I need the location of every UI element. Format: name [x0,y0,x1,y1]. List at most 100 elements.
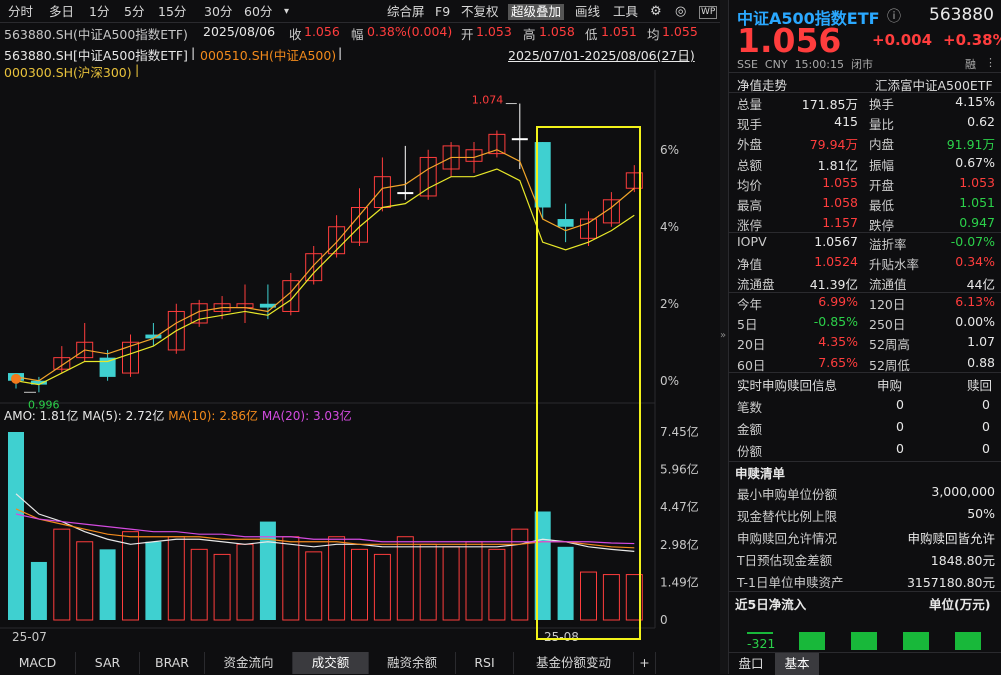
stat-label: 均价 [737,175,762,194]
list-title: 申赎清单 [735,463,785,482]
sub-row: 笔数00 [729,395,1001,415]
volume-tick-label: 4.47亿 [660,499,699,514]
volume-tick-label: 0 [660,613,668,627]
stat-value: 1.053 [959,175,995,190]
stat-label: 净值 [737,254,762,273]
stat-value: 4.35% [818,334,858,349]
stat-label: 5日 [737,314,757,333]
list-row: 申购赎回允许情况 申购赎回皆允许 [729,526,1001,546]
candle-body [397,192,413,194]
stat-value: 0.34% [955,254,995,269]
sub-row-sell: 0 [982,441,990,456]
date-tick-label: 25-08 [544,630,579,644]
volume-tick-label: 2.98亿 [660,537,699,552]
divider [729,591,1001,592]
indicator-tab-5[interactable]: 融资余额 [369,652,456,674]
divider [729,461,1001,462]
stat-row: 外盘79.94万内盘91.91万 [729,132,1001,152]
start-marker-icon [11,374,21,384]
volume-tick-label: 7.45亿 [660,424,699,439]
volume-bar [145,542,161,620]
price-tick-label: 4% [660,220,679,234]
stat-label: 今年 [737,294,762,313]
stat-value: 1.81亿 [818,155,858,174]
stat-value: 171.85万 [802,94,858,113]
volume-bar [374,554,390,620]
high-annotation: 1.074 [472,94,504,107]
tab-orderbook[interactable]: 盘口 [729,653,773,675]
indicator-tab-4[interactable]: 成交额 [293,652,369,674]
menu-icon[interactable]: ⋮ [985,56,996,69]
sub-title: 实时申购赎回信息 [737,375,837,394]
sub-header: 实时申购赎回信息 申购 赎回 [729,373,1001,393]
indicator-tab-0[interactable]: MACD [0,652,76,674]
sub-col-buy: 申购 [877,375,902,394]
list-value: 申购赎回皆允许 [907,528,995,547]
stat-label: 250日 [869,314,905,333]
candle-body [100,358,116,377]
list-row: T日预估现金差额1848.80元 [729,548,1001,568]
trade-status: 闭市 [851,58,873,71]
collapse-icon[interactable]: » [720,330,726,341]
market-status: SSE CNY 15:00:15 闭市 [737,56,873,72]
volume-bar [603,575,619,620]
stat-row: 流通盘41.39亿流通值44亿 [729,272,1001,292]
margin-icon[interactable]: 融 [965,56,976,72]
list-value: 50% [967,506,995,521]
price-change-pct: +0.38% [943,31,1001,49]
indicator-tab-1[interactable]: SAR [76,652,140,674]
price-tick-label: 6% [660,143,679,157]
list-label: 现金替代比例上限 [737,506,837,525]
indicator-tab-7[interactable]: 基金份额变动 [514,652,634,674]
amo-label: AMO: [4,409,36,423]
list-row: T-1日单位申赎资产3157180.80元 [729,570,1001,590]
ma20-label: MA(20): [262,409,309,423]
stat-row: 今年6.99%120日6.13% [729,292,1001,312]
sub-row: 金额00 [729,417,1001,437]
ma5-value: 2.72亿 [126,409,165,423]
volume-bar [581,572,597,620]
indicator-tab-6[interactable]: RSI [456,652,514,674]
ma5-label: MA(5): [82,409,122,423]
volume-legend: AMO: 1.81亿 MA(5): 2.72亿 MA(10): 2.86亿 MA… [4,407,352,424]
list-label: T-1日单位申赎资产 [737,572,843,591]
amo-value: 1.81亿 [40,409,79,423]
stat-label: 52周低 [869,355,910,374]
tab-basic[interactable]: 基本 [775,653,819,675]
indicator-tab-2[interactable]: BRAR [140,652,205,674]
stat-label: 52周高 [869,334,910,353]
stat-value: 1.058 [822,195,858,210]
list-label: 申购赎回允许情况 [737,528,837,547]
sub-row-buy: 0 [896,397,904,412]
stat-value: 6.99% [818,294,858,309]
info-icon[interactable]: ⓘ [887,6,901,26]
stat-row: 均价1.055开盘1.053 [729,173,1001,193]
stat-value: 1.0524 [814,254,858,269]
stat-value: 1.157 [822,215,858,230]
stat-value: 0.67% [955,155,995,170]
stat-label: 升贴水率 [869,254,919,273]
price-change: +0.004 [872,31,932,49]
volume-bar [466,542,482,620]
volume-bar [352,549,368,620]
volume-bar [168,537,184,620]
price-tick-label: 2% [660,297,679,311]
indicator-tab-3[interactable]: 资金流向 [205,652,293,674]
stat-value: 1.051 [959,195,995,210]
chart-area[interactable]: 分时多日1分5分15分30分60分▾综合屏F9不复权超级叠加画线工具⚙◎WP 5… [0,0,720,674]
volume-bar [237,544,253,620]
volume-tick-label: 1.49亿 [660,574,699,589]
sub-row-buy: 0 [896,419,904,434]
quote-panel: 中证A500指数ETF ⓘ 563880 1.056 +0.004 +0.38%… [728,0,1001,674]
sub-col-sell: 赎回 [967,375,992,394]
stat-label: 换手 [869,94,894,113]
volume-bar [77,542,93,620]
divider [729,72,1001,73]
fund-code: 563880 [929,5,994,25]
panel-splitter[interactable]: » [720,0,728,674]
volume-bar [191,549,207,620]
indicator-tab-8[interactable]: + [634,652,656,674]
flow-unit: 单位(万元) [929,594,990,613]
panel-tabs: 盘口 基本 [729,652,1001,674]
stat-label: 20日 [737,334,765,353]
